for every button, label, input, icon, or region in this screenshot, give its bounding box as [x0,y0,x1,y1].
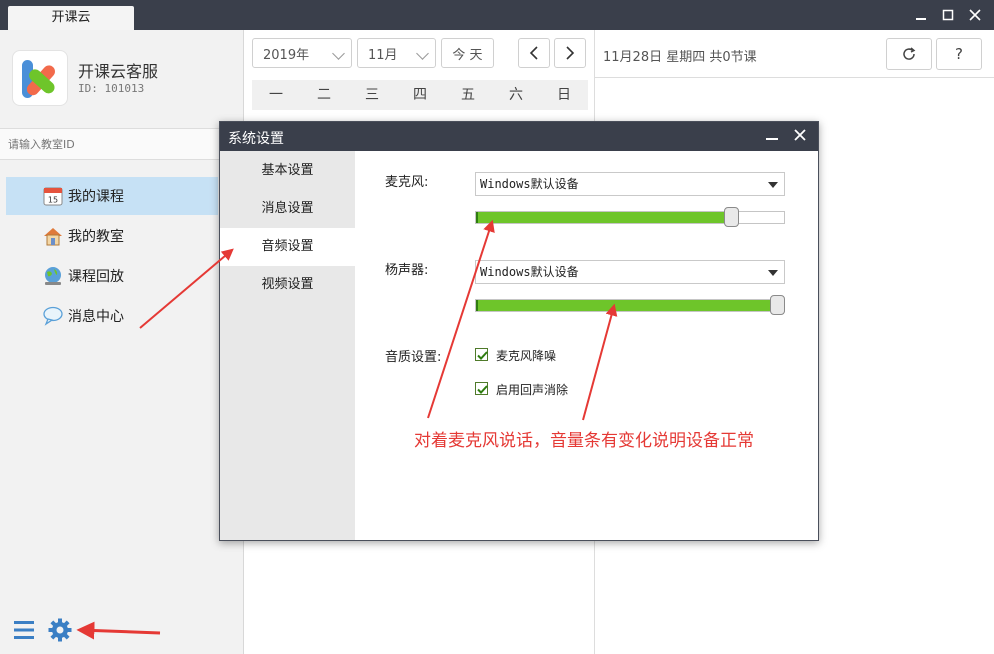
weekday-label: 三 [365,87,379,103]
chevron-down-icon [416,47,429,60]
window-title-bar [0,0,994,30]
year-value: 2019年 [263,47,310,63]
echo-cancel-label[interactable]: 启用回声消除 [496,381,568,398]
month-select[interactable]: 11月 [357,38,436,68]
chevron-left-icon [529,46,538,60]
weekday-label: 六 [509,87,523,103]
refresh-button[interactable] [886,38,932,70]
weekday-label: 一 [269,87,283,103]
nav-label: 消息中心 [68,309,124,325]
echo-cancel-checkbox[interactable] [475,382,488,395]
tab-video-settings[interactable]: 视频设置 [220,266,355,304]
dropdown-arrow-icon [768,182,778,188]
next-month-button[interactable] [554,38,586,68]
tab-audio-settings[interactable]: 音频设置 [220,228,355,266]
speaker-level-slider[interactable] [475,295,785,315]
nav-item-course-playback[interactable]: 课程回放 [6,257,218,295]
weekday-label: 四 [413,87,427,103]
left-sidebar [0,30,244,654]
chevron-down-icon [332,47,345,60]
app-logo [12,50,68,106]
weekday-label: 二 [317,87,331,103]
profile-id-value: 101013 [104,82,145,95]
mic-level-thumb[interactable] [724,207,739,227]
noise-reduction-checkbox[interactable] [475,348,488,361]
dialog-close-icon[interactable] [793,128,809,144]
speaker-device-value: Windows默认设备 [480,265,579,279]
speaker-level-thumb[interactable] [770,295,785,315]
year-select[interactable]: 2019年 [252,38,352,68]
mic-level-fill [476,212,730,223]
close-icon[interactable] [964,5,986,27]
dialog-title: 系统设置 [228,131,284,147]
nav-item-my-classroom[interactable]: 我的教室 [6,217,218,255]
weekday-header: 一 二 三 四 五 六 日 [252,80,588,110]
maximize-icon[interactable] [937,5,959,27]
checkmark-icon [477,351,488,360]
weekday-label: 五 [461,87,475,103]
house-icon [44,228,62,246]
profile-id-label: ID: [78,82,98,95]
mic-device-value: Windows默认设备 [480,177,579,191]
menu-icon[interactable] [12,618,36,642]
app-tab[interactable]: 开课云 [8,6,134,30]
chat-bubble-icon [43,306,63,326]
minimize-icon[interactable] [910,5,932,27]
nav-item-message-center[interactable]: 消息中心 [6,297,218,335]
mic-level-slider[interactable] [475,207,785,227]
noise-reduction-label[interactable]: 麦克风降噪 [496,347,556,364]
annotation-text: 对着麦克风说话，音量条有变化说明设备正常 [414,431,754,451]
month-value: 11月 [368,47,398,63]
weekday-label: 日 [557,87,571,103]
classroom-id-input[interactable] [0,128,244,160]
nav-label: 我的课程 [68,189,124,205]
nav-label: 我的教室 [68,229,124,245]
tab-message-settings[interactable]: 消息设置 [220,190,355,228]
globe-icon [45,267,61,285]
speaker-label: 杨声器: [385,263,429,278]
prev-month-button[interactable] [518,38,550,68]
calendar-day-number: 15 [48,196,58,205]
calendar-icon: 15 [43,187,63,206]
day-summary-text: 11月28日 星期四 共0节课 [603,50,757,65]
nav-label: 课程回放 [68,269,124,285]
dropdown-arrow-icon [768,270,778,276]
today-button[interactable]: 今 天 [441,38,494,68]
checkmark-icon [477,385,488,394]
speaker-device-select[interactable]: Windows默认设备 [475,260,785,284]
help-button[interactable]: ? [936,38,982,70]
profile-id: ID: 101013 [78,82,144,95]
speaker-level-fill [476,300,782,311]
dialog-title-bar [220,122,818,151]
profile-name: 开课云客服 [78,62,159,81]
nav-item-my-courses[interactable]: 15 我的课程 [6,177,218,215]
system-settings-dialog: 系统设置 基本设置 消息设置 音频设置 视频设置 麦克风: Windows默认设… [219,121,819,541]
refresh-icon [903,47,916,60]
audio-quality-label: 音质设置: [385,350,442,365]
dialog-minimize-icon[interactable] [765,128,781,144]
tab-basic-settings[interactable]: 基本设置 [220,152,355,190]
chevron-right-icon [566,46,575,60]
mic-device-select[interactable]: Windows默认设备 [475,172,785,196]
gear-icon[interactable] [47,617,73,643]
mic-label: 麦克风: [385,175,429,190]
